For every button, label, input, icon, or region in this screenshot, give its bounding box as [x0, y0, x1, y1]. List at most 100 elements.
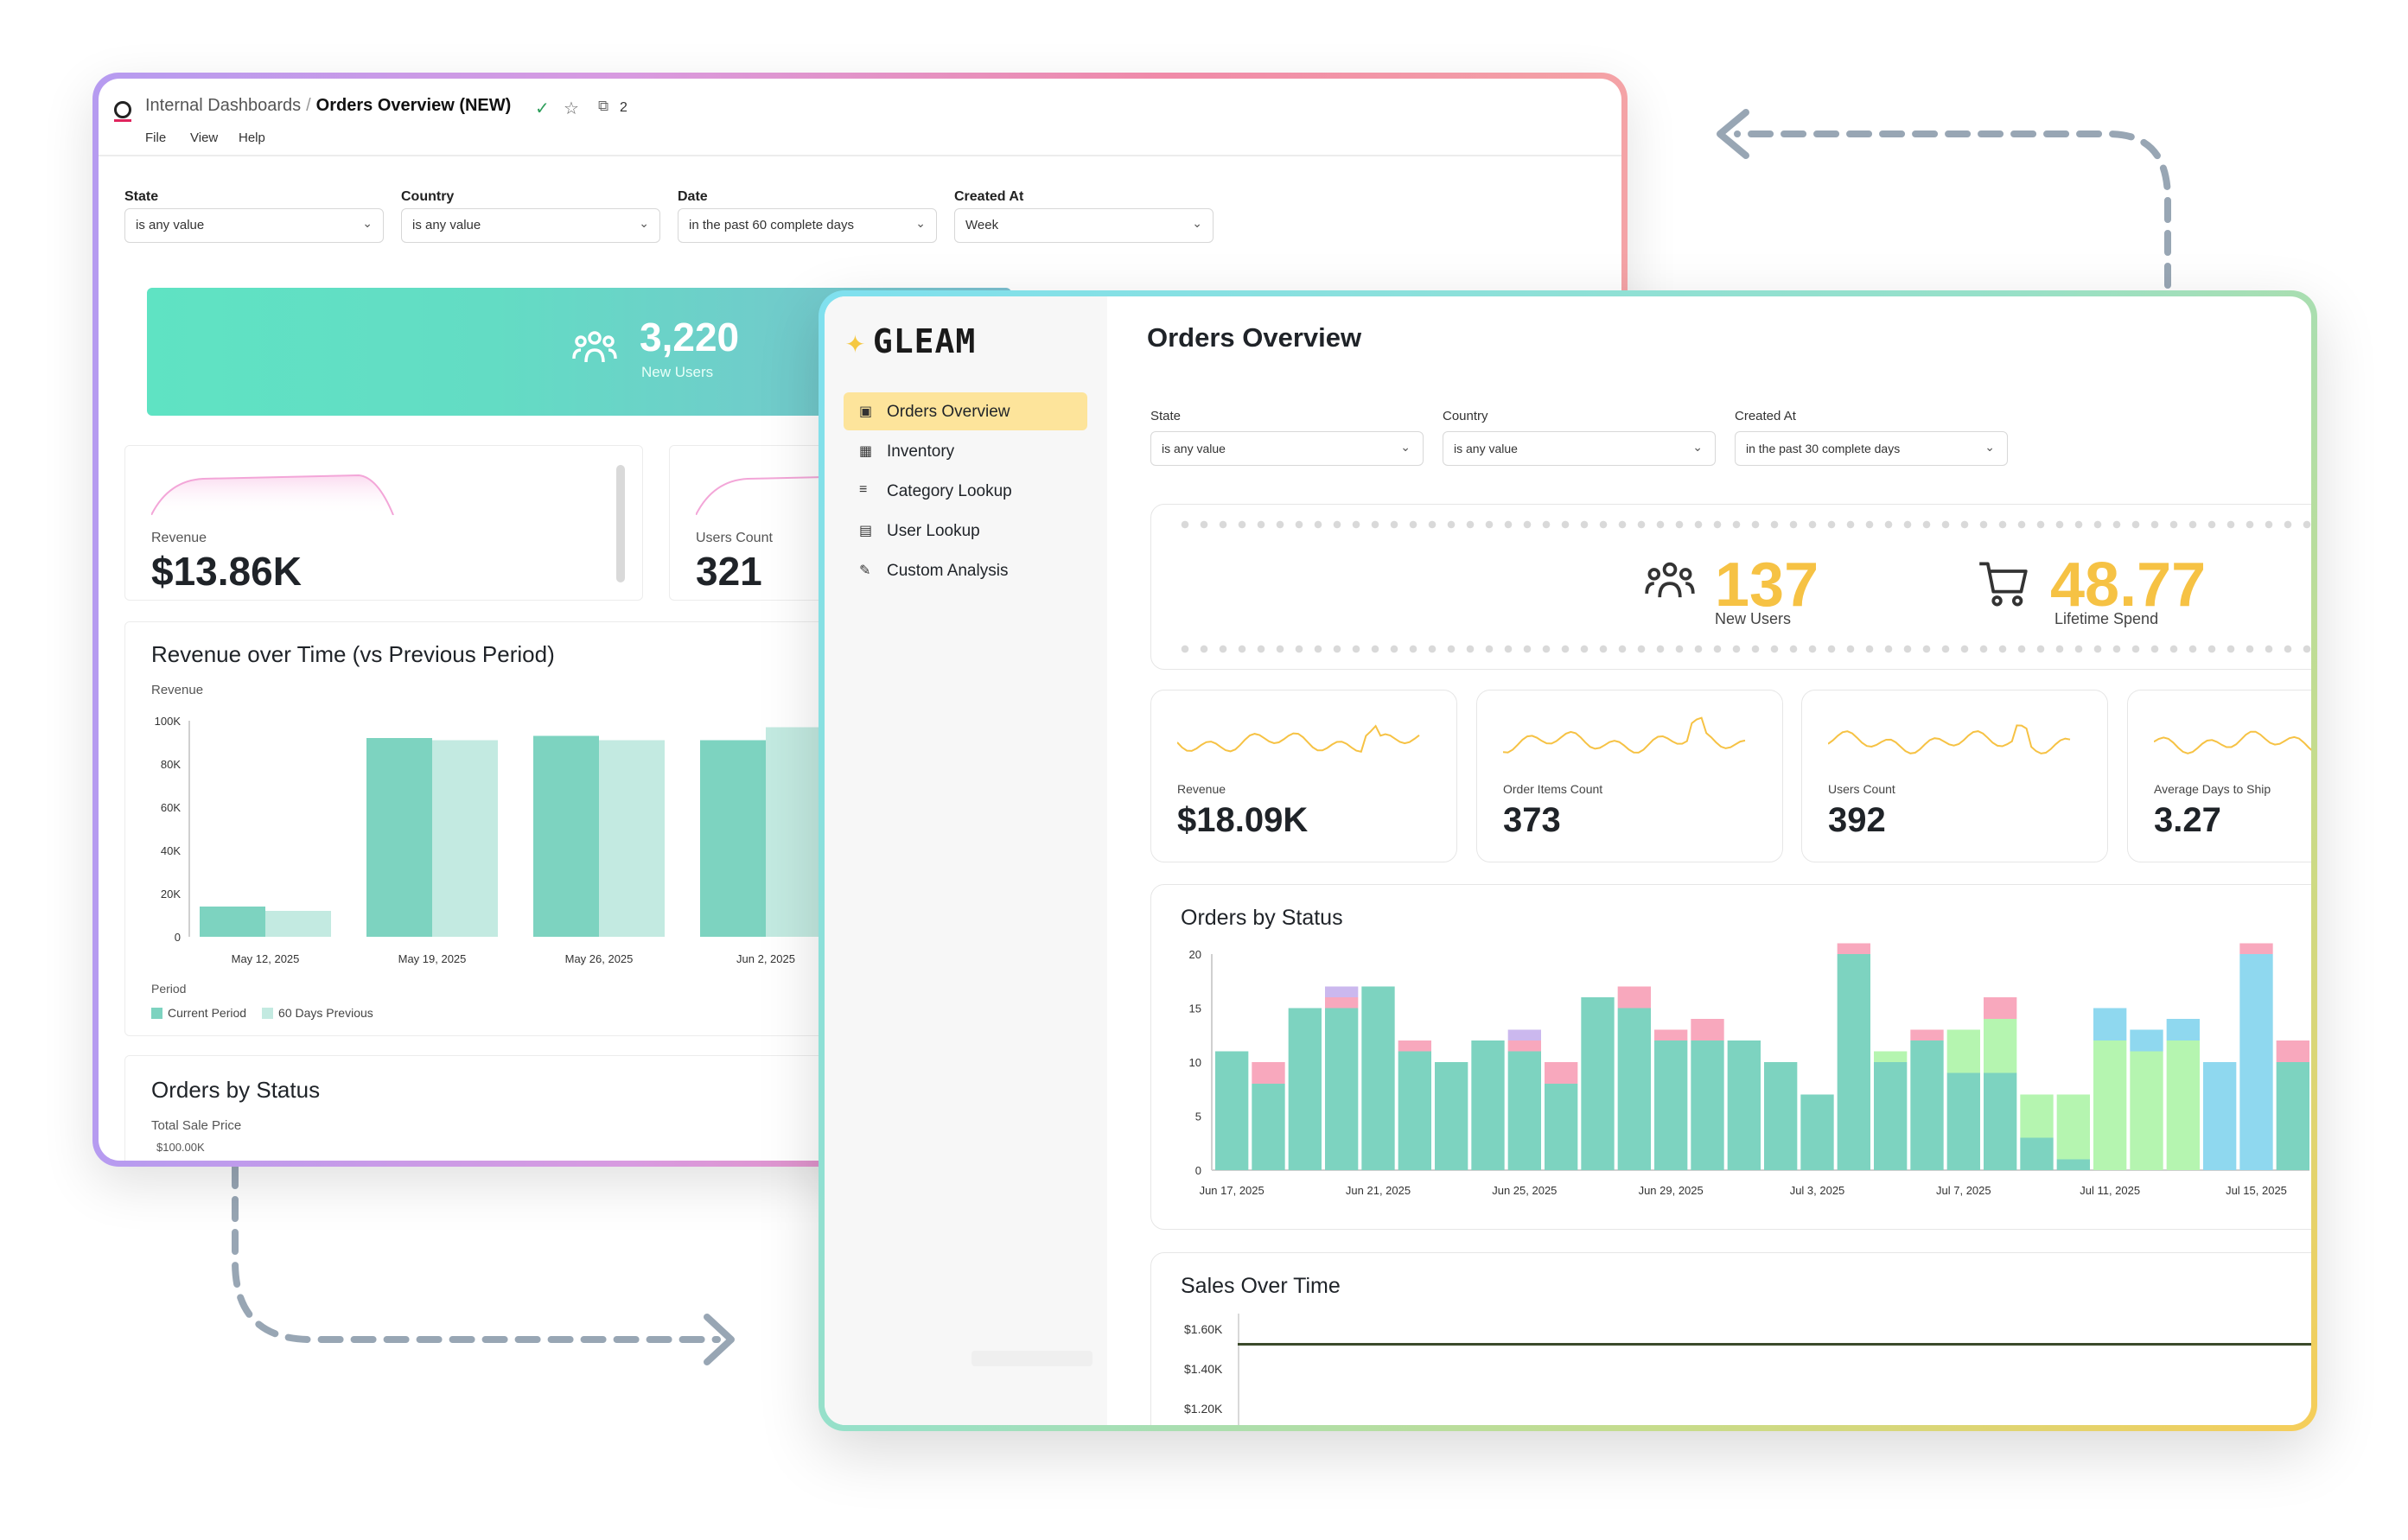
- x-tick-label: Jul 11, 2025: [2080, 1184, 2140, 1197]
- status-bar-segment[interactable]: [2056, 1159, 2090, 1171]
- status-bar-segment[interactable]: [1398, 1040, 1431, 1052]
- filter-label-state: State: [1150, 409, 1182, 423]
- status-bar-segment[interactable]: [1325, 986, 1359, 998]
- revenue-bar[interactable]: [366, 738, 432, 937]
- document-icon: ▣: [859, 404, 873, 419]
- status-bar-segment[interactable]: [1398, 1051, 1431, 1171]
- status-bar-segment[interactable]: [1984, 1019, 2017, 1073]
- revenue-bar[interactable]: [599, 740, 665, 938]
- status-bar-segment[interactable]: [1946, 1029, 1980, 1073]
- revenue-bar[interactable]: [533, 735, 599, 938]
- status-bar-segment[interactable]: [1507, 1029, 1541, 1041]
- status-bar-segment[interactable]: [1215, 1051, 1249, 1171]
- created-at-filter-select[interactable]: Week ⌄: [954, 208, 1214, 243]
- status-bar-segment[interactable]: [2276, 1040, 2309, 1062]
- revenue-bar[interactable]: [200, 907, 265, 937]
- status-bar-segment[interactable]: [2203, 1062, 2237, 1170]
- revenue-kpi-card: Revenue $18.09K: [1150, 690, 1457, 862]
- status-bar-segment[interactable]: [1984, 997, 2017, 1019]
- status-bar-segment[interactable]: [1325, 1008, 1359, 1171]
- status-bar-segment[interactable]: [1545, 1062, 1578, 1084]
- revenue-bar[interactable]: [432, 740, 498, 938]
- kpi-scrollbar[interactable]: [616, 465, 625, 582]
- status-bar-segment[interactable]: [2056, 1094, 2090, 1160]
- y-tick-label: 5: [1195, 1110, 1201, 1123]
- status-bar-segment[interactable]: [1545, 1084, 1578, 1170]
- status-bar-segment[interactable]: [1946, 1072, 1980, 1171]
- status-bar-segment[interactable]: [1984, 1072, 2017, 1171]
- revenue-legend: Current Period 60 Days Previous: [151, 1006, 389, 1020]
- status-bar-segment[interactable]: [1910, 1029, 1944, 1041]
- y-tick-label: 40K: [161, 844, 181, 857]
- status-bar-segment[interactable]: [1691, 1040, 1724, 1170]
- breadcrumb-parent[interactable]: Internal Dashboards: [145, 96, 301, 115]
- status-bar-segment[interactable]: [1874, 1062, 1908, 1170]
- y-tick-label: 0: [175, 931, 181, 944]
- status-bar-segment[interactable]: [1654, 1029, 1688, 1041]
- status-bar-segment[interactable]: [1910, 1040, 1944, 1170]
- status-bar-segment[interactable]: [1654, 1040, 1688, 1170]
- menu-help[interactable]: Help: [239, 130, 265, 145]
- menu-file[interactable]: File: [145, 130, 166, 145]
- arrow-right-to-left: [1734, 130, 2171, 289]
- status-bar-segment[interactable]: [2130, 1051, 2163, 1171]
- status-bar-segment[interactable]: [2130, 1029, 2163, 1052]
- chevron-down-icon: ⌄: [1984, 440, 1995, 454]
- sales-y-tick: $1.40K: [1184, 1362, 1223, 1376]
- status-bar-segment[interactable]: [2093, 1008, 2127, 1041]
- users-count-sparkline: [696, 476, 825, 515]
- status-bar-segment[interactable]: [1252, 1062, 1285, 1084]
- revenue-bar[interactable]: [700, 740, 766, 938]
- status-bar-segment[interactable]: [1507, 1051, 1541, 1171]
- status-bar-segment[interactable]: [2166, 1019, 2200, 1040]
- created-at-filter-select[interactable]: in the past 30 complete days ⌄: [1735, 431, 2008, 466]
- status-bar-segment[interactable]: [2020, 1094, 2054, 1138]
- tag-icon[interactable]: ⧉: [598, 98, 608, 115]
- status-bar-segment[interactable]: [1471, 1040, 1505, 1170]
- star-icon[interactable]: ☆: [564, 98, 579, 119]
- state-filter-select[interactable]: is any value ⌄: [124, 208, 384, 243]
- page-title: Orders Overview: [1147, 322, 1362, 353]
- status-bar-segment[interactable]: [2239, 943, 2273, 955]
- status-bar-segment[interactable]: [2020, 1137, 2054, 1171]
- country-filter-select[interactable]: is any value ⌄: [401, 208, 660, 243]
- legend-item[interactable]: Current Period: [151, 1006, 246, 1020]
- status-bar-segment[interactable]: [1800, 1094, 1834, 1171]
- sidebar-item-inventory[interactable]: ▦ Inventory: [844, 432, 1087, 470]
- status-bar-segment[interactable]: [2093, 1040, 2127, 1170]
- status-bar-segment[interactable]: [1837, 943, 1870, 955]
- brand[interactable]: ✦ GLEAM: [845, 322, 976, 360]
- status-bar-segment[interactable]: [1507, 1040, 1541, 1052]
- revenue-kpi-label: Revenue: [151, 531, 207, 545]
- status-bar-segment[interactable]: [1764, 1062, 1798, 1170]
- status-bar-segment[interactable]: [1727, 1040, 1761, 1170]
- status-bar-segment[interactable]: [1691, 1019, 1724, 1040]
- status-bar-segment[interactable]: [1617, 986, 1651, 1009]
- state-filter-select[interactable]: is any value ⌄: [1150, 431, 1424, 466]
- status-bar-segment[interactable]: [2166, 1040, 2200, 1170]
- status-bar-segment[interactable]: [1837, 954, 1870, 1170]
- status-bar-segment[interactable]: [1361, 986, 1395, 1171]
- status-bar-segment[interactable]: [1874, 1051, 1908, 1063]
- date-filter-select[interactable]: in the past 60 complete days ⌄: [678, 208, 937, 243]
- status-bar-segment[interactable]: [1581, 997, 1615, 1170]
- legend-item[interactable]: 60 Days Previous: [262, 1006, 373, 1020]
- sidebar-footer-placeholder: [971, 1351, 1093, 1366]
- country-filter-select[interactable]: is any value ⌄: [1443, 431, 1716, 466]
- status-bar-segment[interactable]: [1288, 1008, 1322, 1171]
- status-bar-segment[interactable]: [1252, 1084, 1285, 1170]
- sidebar-item-orders-overview[interactable]: ▣ Orders Overview: [844, 392, 1087, 430]
- menu-view[interactable]: View: [190, 130, 218, 145]
- status-bar-segment[interactable]: [1325, 997, 1359, 1009]
- sidebar-item-user-lookup[interactable]: ▤ User Lookup: [844, 512, 1087, 550]
- app-logo-icon[interactable]: [114, 101, 131, 122]
- orders-by-status-title: Orders by Status: [1181, 906, 1343, 930]
- chevron-down-icon: ⌄: [1692, 440, 1703, 454]
- status-bar-segment[interactable]: [2239, 954, 2273, 1170]
- status-bar-segment[interactable]: [1435, 1062, 1468, 1170]
- revenue-bar[interactable]: [265, 911, 331, 937]
- sidebar-item-custom-analysis[interactable]: ✎ Custom Analysis: [844, 551, 1087, 589]
- sidebar-item-category-lookup[interactable]: ≡ Category Lookup: [844, 472, 1087, 510]
- status-bar-segment[interactable]: [2276, 1062, 2309, 1170]
- status-bar-segment[interactable]: [1617, 1008, 1651, 1171]
